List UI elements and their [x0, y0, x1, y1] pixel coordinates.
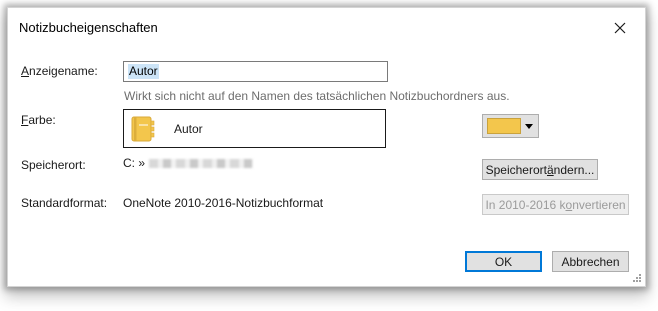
redacted-path [149, 158, 254, 168]
cancel-button[interactable]: Abbrechen [552, 251, 629, 272]
resize-grip-icon[interactable] [632, 273, 642, 283]
convert-format-button[interactable]: In 2010-2016 k o nvertieren [482, 194, 629, 215]
notebook-preview: Autor [123, 109, 386, 148]
caret-down-icon [525, 123, 533, 129]
screen: Notizbucheigenschaften Anzeigename: Auto… [0, 0, 658, 311]
notebook-preview-name: Autor [174, 122, 203, 136]
color-swatch [487, 118, 521, 134]
location-path-prefix: C: » [123, 156, 146, 170]
format-value: OneNote 2010-2016-Notizbuchformat [123, 196, 324, 210]
color-label: Farbe: [21, 113, 56, 127]
color-picker-button[interactable] [482, 114, 539, 138]
dialog-title: Notizbucheigenschaften [19, 20, 158, 35]
close-icon [614, 22, 626, 34]
location-label: Speicherort: [21, 158, 86, 172]
change-location-button[interactable]: Speicherort ä ndern... [482, 159, 598, 180]
close-button[interactable] [605, 13, 635, 43]
notebook-icon [131, 116, 155, 142]
display-name-hint: Wirkt sich nicht auf den Namen des tatsä… [124, 89, 510, 103]
format-label: Standardformat: [21, 196, 108, 210]
display-name-value: Autor [128, 64, 159, 79]
display-name-label: Anzeigename: [21, 64, 98, 78]
notebook-properties-dialog: Notizbucheigenschaften Anzeigename: Auto… [7, 7, 646, 287]
location-path: C: » [123, 156, 254, 170]
display-name-input[interactable]: Autor [123, 61, 388, 82]
ok-button[interactable]: OK [465, 251, 542, 272]
